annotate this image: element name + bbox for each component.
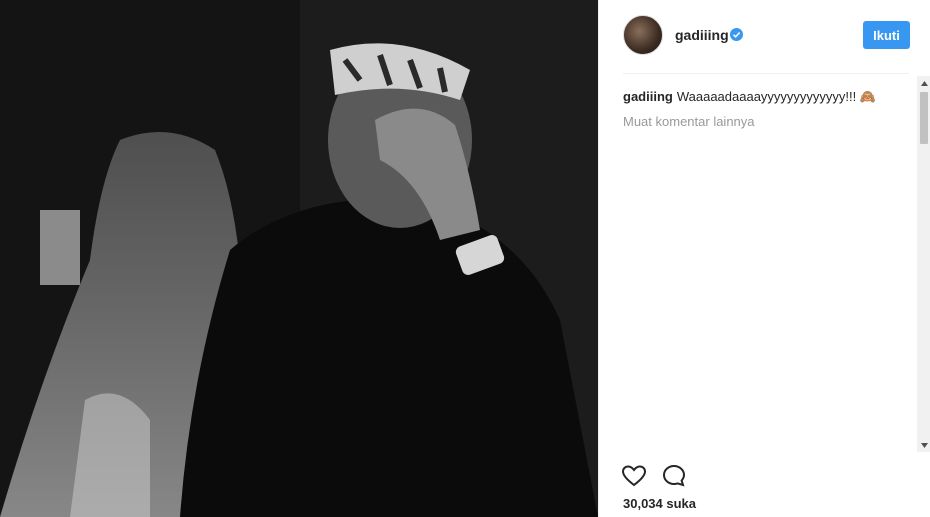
comments-scrollbar[interactable] [917, 76, 930, 452]
load-more-comments-link[interactable]: Muat komentar lainnya [623, 114, 909, 129]
username-link[interactable]: gadiiing [675, 27, 729, 43]
caption-username[interactable]: gadiiing [623, 89, 673, 104]
post-header: gadiiing Ikuti [599, 0, 930, 74]
scroll-up-arrow-icon[interactable] [917, 76, 930, 90]
caption-text: Waaaaadaaaayyyyyyyyyyyyy!!! 🙈 [676, 89, 877, 104]
caption: gadiiing Waaaaadaaaayyyyyyyyyyyyy!!! 🙈 [623, 88, 909, 106]
scrollbar-thumb[interactable] [920, 92, 928, 144]
post-photo[interactable] [0, 0, 598, 517]
header-divider [623, 73, 909, 74]
verified-badge-icon [730, 28, 743, 41]
comments-section: gadiiing Waaaaadaaaayyyyyyyyyyyyy!!! 🙈 Mu… [623, 88, 909, 129]
avatar[interactable] [623, 15, 663, 55]
photo-illustration [0, 0, 598, 517]
comment-bubble-icon[interactable] [661, 463, 687, 489]
heart-icon[interactable] [621, 463, 647, 489]
follow-button[interactable]: Ikuti [863, 21, 910, 49]
scroll-down-arrow-icon[interactable] [917, 438, 930, 452]
post-actions [621, 463, 687, 489]
post-sidebar: gadiiing Ikuti gadiiing Waaaaadaaaayyyyyy… [598, 0, 930, 517]
like-count[interactable]: 30,034 suka [623, 496, 696, 511]
